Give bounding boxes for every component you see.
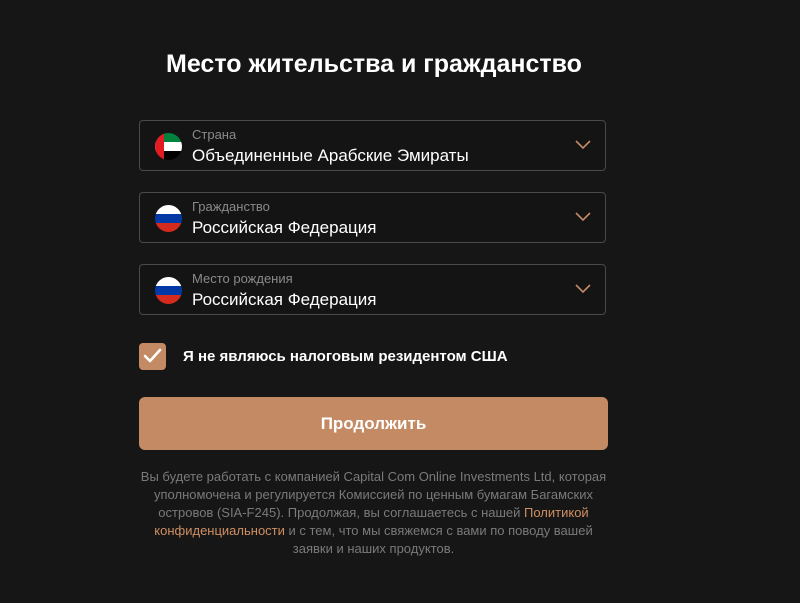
citizenship-value: Российская Федерация <box>192 218 377 237</box>
tax-resident-label[interactable]: Я не являюсь налоговым резидентом США <box>183 348 508 365</box>
country-value: Объединенные Арабские Эмираты <box>192 146 469 165</box>
chevron-down-icon <box>575 284 591 294</box>
tax-resident-checkbox[interactable] <box>139 343 166 370</box>
russia-flag-icon <box>155 277 182 304</box>
citizenship-label: Гражданство <box>192 199 270 214</box>
birthplace-value: Российская Федерация <box>192 290 377 309</box>
page-title: Место жительства и гражданство <box>166 50 582 78</box>
continue-button[interactable]: Продолжить <box>139 397 608 450</box>
residence-form: Место жительства и гражданство Страна Об… <box>0 0 800 603</box>
uae-flag-icon <box>155 133 182 160</box>
country-select[interactable]: Страна Объединенные Арабские Эмираты <box>139 120 606 171</box>
russia-flag-icon <box>155 205 182 232</box>
chevron-down-icon <box>575 140 591 150</box>
country-label: Страна <box>192 127 237 142</box>
disclaimer-text-after: и с тем, что мы свяжемся с вами по повод… <box>284 523 593 556</box>
chevron-down-icon <box>575 212 591 222</box>
checkmark-icon <box>143 348 162 363</box>
legal-disclaimer: Вы будете работать с компанией Capital C… <box>139 468 608 558</box>
birthplace-label: Место рождения <box>192 271 293 286</box>
birthplace-select[interactable]: Место рождения Российская Федерация <box>139 264 606 315</box>
citizenship-select[interactable]: Гражданство Российская Федерация <box>139 192 606 243</box>
